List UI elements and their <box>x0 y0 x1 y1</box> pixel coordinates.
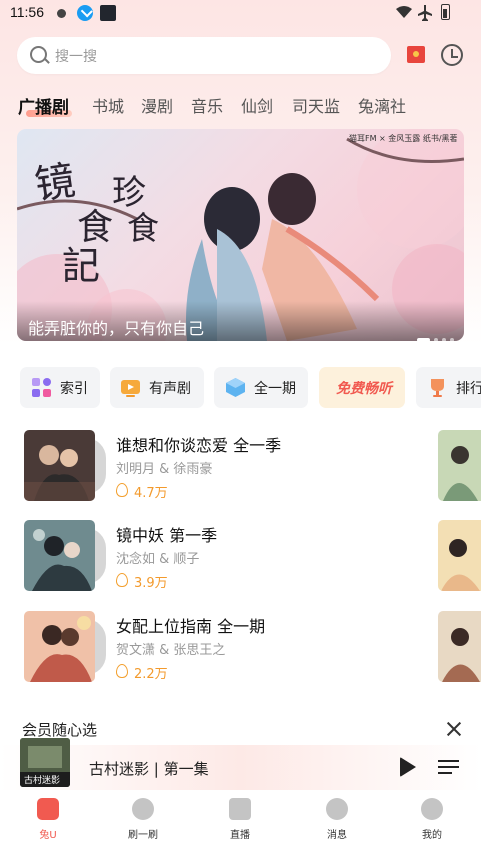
quick-nav-ranking[interactable]: 排行 <box>416 367 481 408</box>
nav-mine-label: 我的 <box>422 830 442 841</box>
drama-title: 谁想和你谈恋爱 全一季 <box>116 436 282 455</box>
play-icon[interactable] <box>400 757 416 777</box>
svg-text:珍: 珍 <box>112 173 146 213</box>
drama-play-count: 2.2万 <box>134 667 168 682</box>
fire-icon <box>116 573 128 587</box>
banner-carousel[interactable]: 镜 食 珍 食 記 猫耳FM × 金风玉露 纸书/黑著 能弄脏你的，只有你自己 <box>17 129 464 341</box>
quick-nav-ranking-label: 排行 <box>456 381 481 397</box>
player-title: 古村迷影 | 第一集 <box>89 760 209 778</box>
drama-list-item[interactable]: 女配上位指南 全一期 贺文潇 & 张思王之 2.2万 <box>24 611 424 683</box>
side-cover-peek[interactable] <box>438 520 481 591</box>
nav-messages-label: 消息 <box>327 830 347 841</box>
search-input[interactable]: 搜一搜 <box>55 46 97 66</box>
nav-tuu[interactable]: 兔U <box>13 790 83 850</box>
nav-mine[interactable]: 我的 <box>397 790 467 850</box>
battery-icon <box>441 4 450 20</box>
quick-nav-audio-drama-label: 有声剧 <box>149 381 191 397</box>
play-circle-icon <box>132 798 154 820</box>
wifi-icon <box>396 6 412 18</box>
tab-xianjian[interactable]: 仙剑 <box>241 93 273 117</box>
tab-guangboju[interactable]: 广播剧 <box>18 93 69 118</box>
player-cover-text: 古村迷影 <box>24 774 60 786</box>
gift-icon[interactable] <box>407 46 425 63</box>
drama-list-item[interactable]: 镜中妖 第一季 沈念如 & 顺子 3.9万 <box>24 520 424 592</box>
history-icon[interactable] <box>441 44 463 66</box>
close-icon[interactable] <box>446 721 461 736</box>
drama-play-count: 3.9万 <box>134 576 168 591</box>
app-notification-icon <box>100 5 116 21</box>
tab-shucheng[interactable]: 书城 <box>92 93 124 117</box>
profile-face-icon <box>421 798 443 820</box>
tv-icon <box>121 380 140 397</box>
carousel-dot <box>450 338 454 341</box>
quick-nav-full-episode[interactable]: 全一期 <box>214 367 308 408</box>
download-icon <box>77 5 93 21</box>
nav-tuu-label: 兔U <box>39 830 57 841</box>
search-bar[interactable]: 搜一搜 <box>17 37 391 74</box>
drama-cast: 沈念如 & 顺子 <box>116 552 200 567</box>
playlist-icon[interactable] <box>438 759 459 775</box>
drama-play-count: 4.7万 <box>134 486 168 501</box>
home-rabbit-icon <box>37 798 59 820</box>
quick-nav-free-listen[interactable]: 免费畅听 <box>319 367 405 408</box>
drama-title: 女配上位指南 全一期 <box>116 617 266 636</box>
nav-messages[interactable]: 消息 <box>302 790 372 850</box>
drama-title: 镜中妖 第一季 <box>116 526 218 545</box>
video-camera-icon <box>229 798 251 820</box>
trophy-icon <box>431 379 444 397</box>
svg-text:食: 食 <box>77 207 113 248</box>
message-bubble-icon <box>326 798 348 820</box>
quick-nav-index-label: 索引 <box>60 381 88 397</box>
drama-cover <box>24 520 95 591</box>
airplane-icon <box>418 5 432 21</box>
free-listen-badge: 免费畅听 <box>336 381 392 397</box>
tab-tulishe[interactable]: 兔漓社 <box>358 93 406 117</box>
drama-cover <box>24 611 95 682</box>
quick-nav: 索引 有声剧 全一期 免费畅听 排行 <box>20 367 481 408</box>
quick-nav-index[interactable]: 索引 <box>20 367 100 408</box>
fire-icon <box>116 483 128 497</box>
carousel-indicator <box>417 327 458 341</box>
nav-shuayishua[interactable]: 刷一刷 <box>108 790 178 850</box>
tab-manju[interactable]: 漫剧 <box>141 93 173 117</box>
category-tabs: 广播剧 书城 漫剧 音乐 仙剑 司天监 兔漓社 <box>0 93 481 119</box>
player-cover[interactable]: 古村迷影 <box>20 738 70 787</box>
side-cover-peek[interactable] <box>438 430 481 501</box>
notification-dot-icon <box>57 9 66 18</box>
tab-sitianjian[interactable]: 司天监 <box>292 93 340 117</box>
quick-nav-full-episode-label: 全一期 <box>254 381 296 397</box>
banner-top-text: 猫耳FM × 金风玉露 纸书/黑著 <box>349 134 458 143</box>
quick-nav-audio-drama[interactable]: 有声剧 <box>110 367 204 408</box>
banner-caption: 能弄脏你的，只有你自己 <box>28 319 205 338</box>
carousel-dot <box>442 338 446 341</box>
drama-cast: 刘明月 & 徐雨豪 <box>116 462 213 477</box>
side-cover-peek[interactable] <box>438 611 481 682</box>
nav-live[interactable]: 直播 <box>205 790 275 850</box>
tab-yinyue[interactable]: 音乐 <box>191 93 223 117</box>
svg-text:镜: 镜 <box>32 158 78 209</box>
nav-live-label: 直播 <box>230 830 250 841</box>
member-section-title: 会员随心选 <box>22 721 98 739</box>
nav-shuayishua-label: 刷一刷 <box>128 830 158 841</box>
grid-icon <box>32 378 51 397</box>
drama-cover <box>24 430 95 501</box>
cube-icon <box>226 378 245 397</box>
status-time: 11:56 <box>10 4 44 20</box>
carousel-dot <box>434 338 438 341</box>
carousel-dot-active <box>417 338 430 341</box>
status-bar: 11:56 <box>0 0 481 28</box>
svg-text:記: 記 <box>62 244 100 288</box>
drama-list-item[interactable]: 谁想和你谈恋爱 全一季 刘明月 & 徐雨豪 4.7万 <box>24 430 424 502</box>
search-icon <box>30 46 47 63</box>
bottom-nav: 兔U 刷一刷 直播 消息 我的 <box>0 790 481 855</box>
fire-icon <box>116 664 128 678</box>
drama-cast: 贺文潇 & 张思王之 <box>116 643 226 658</box>
svg-text:食: 食 <box>127 209 159 247</box>
